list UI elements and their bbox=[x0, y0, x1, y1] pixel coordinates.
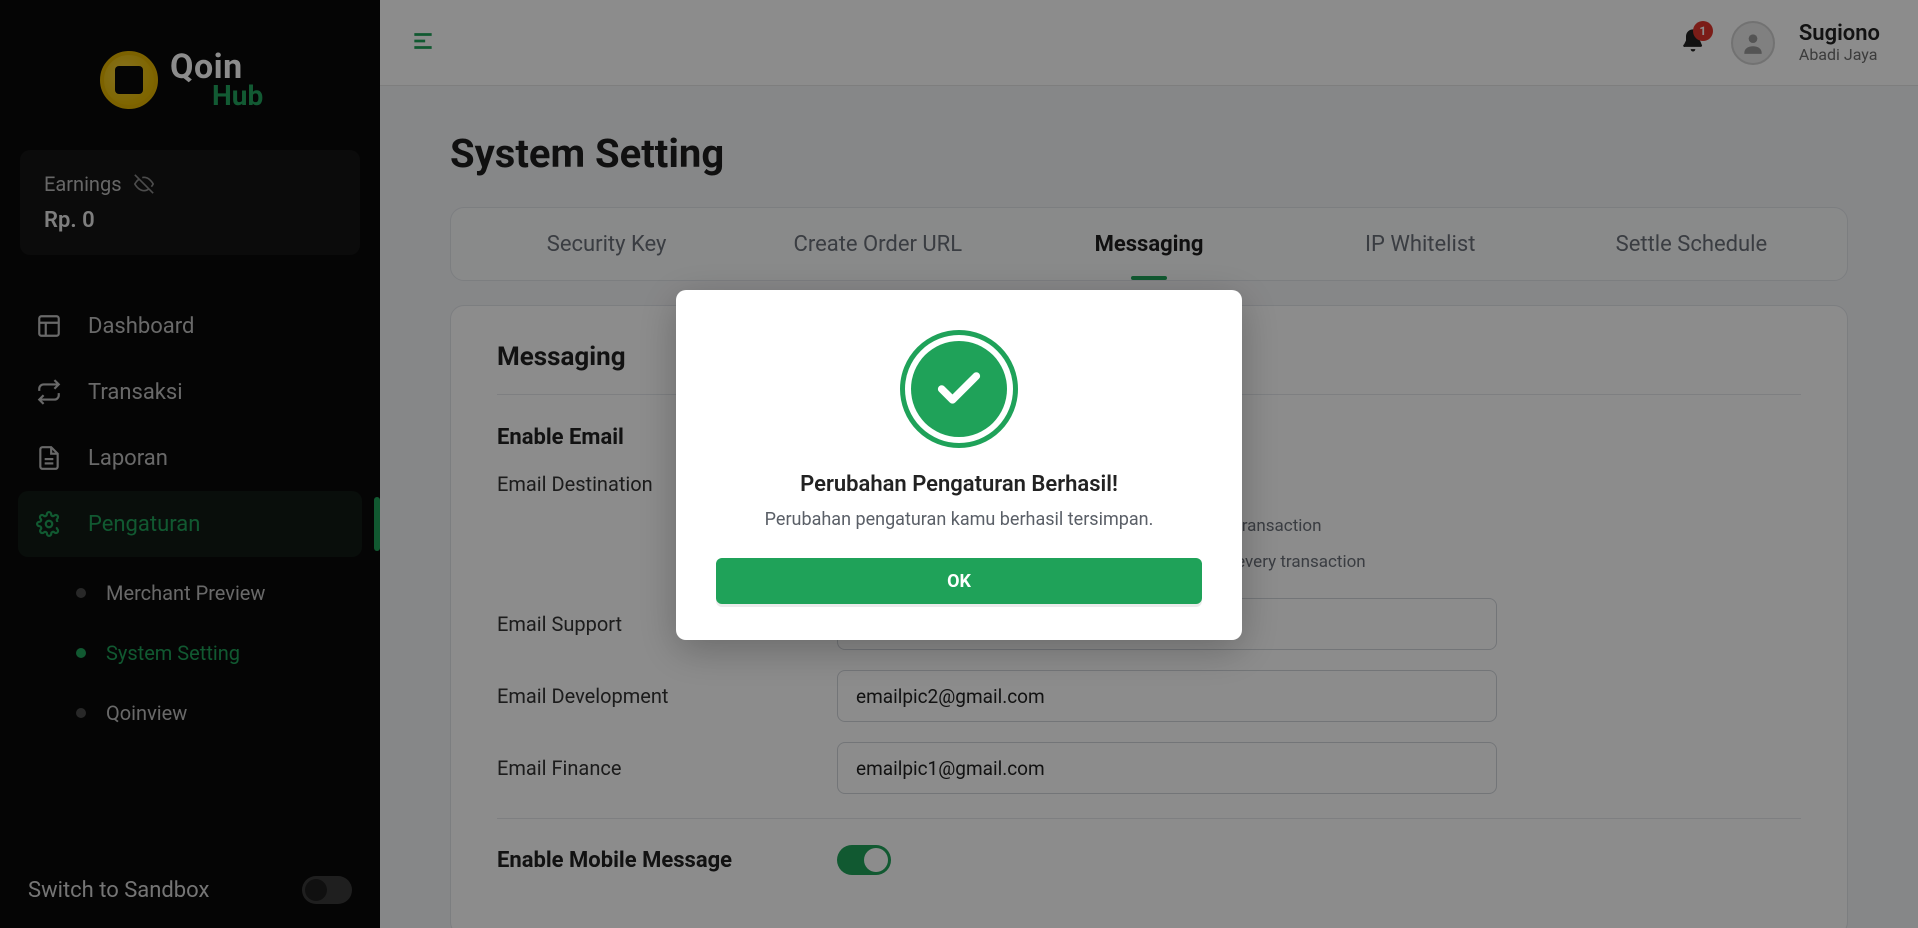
success-modal: Perubahan Pengaturan Berhasil! Perubahan… bbox=[676, 290, 1242, 640]
success-icon-ring bbox=[900, 330, 1018, 448]
modal-ok-button[interactable]: OK bbox=[716, 558, 1202, 604]
modal-title: Perubahan Pengaturan Berhasil! bbox=[716, 472, 1202, 497]
modal-overlay[interactable]: Perubahan Pengaturan Berhasil! Perubahan… bbox=[0, 0, 1918, 928]
check-icon bbox=[933, 363, 985, 415]
success-icon bbox=[911, 341, 1007, 437]
modal-description: Perubahan pengaturan kamu berhasil tersi… bbox=[716, 509, 1202, 530]
